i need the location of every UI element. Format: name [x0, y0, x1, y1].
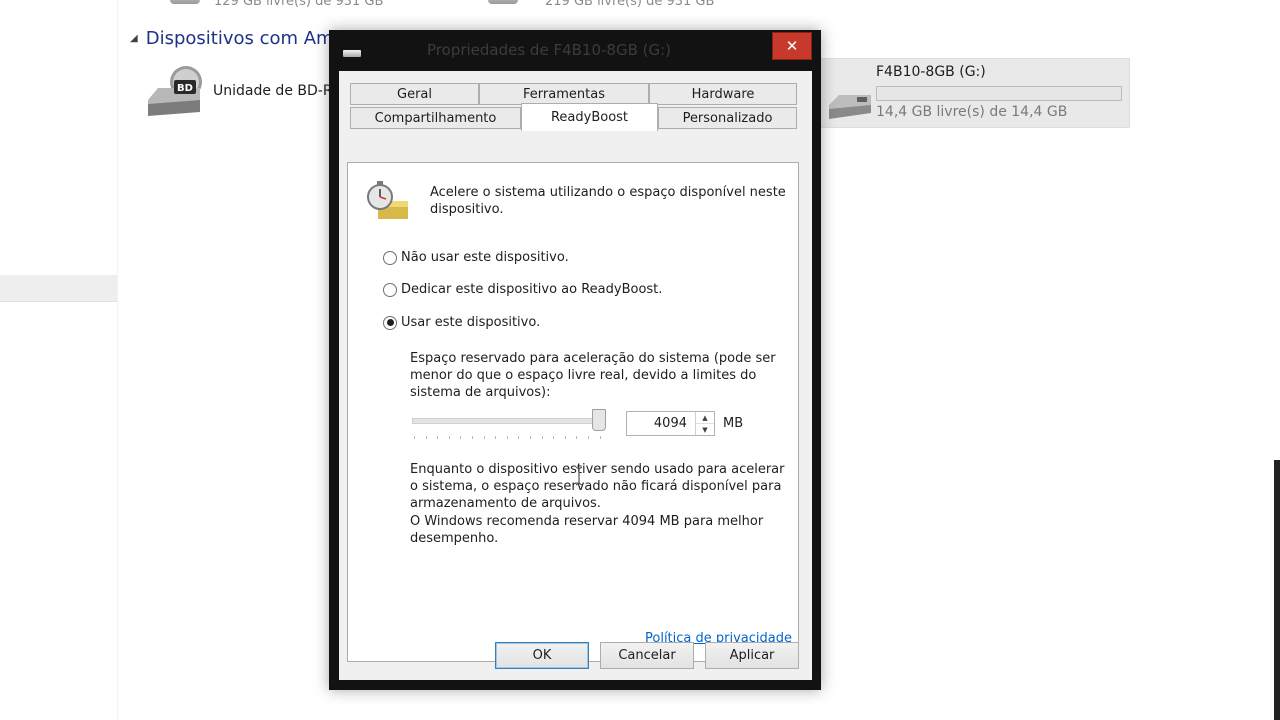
usb-drive-name: F4B10-8GB (G:) [876, 64, 986, 80]
option-label: Usar este dispositivo. [401, 315, 541, 330]
bd-drive-icon[interactable]: BD [144, 62, 204, 118]
slider-tick [425, 436, 427, 439]
reserved-space-value[interactable]: 4094 [654, 416, 687, 431]
devices-section-title: Dispositivos com Am [145, 28, 334, 49]
slider-tick [518, 436, 520, 439]
slider-tick [414, 436, 415, 439]
spin-up-icon[interactable]: ▲ [696, 412, 714, 424]
slider-tick [472, 436, 473, 439]
ok-button[interactable]: OK [495, 642, 589, 669]
slider-tick [576, 436, 578, 439]
radio-button[interactable] [383, 315, 397, 330]
ibeam-cursor-icon [575, 466, 583, 486]
reserved-space-slider-track[interactable] [412, 418, 606, 424]
close-button[interactable]: ✕ [772, 32, 812, 60]
slider-tick [437, 436, 439, 439]
apply-button[interactable]: Aplicar [705, 642, 799, 669]
slider-tick [495, 436, 497, 439]
tab-geral[interactable]: Geral [350, 83, 479, 105]
reserved-space-unit: MB [723, 416, 744, 431]
radio-button[interactable] [383, 250, 397, 265]
reserved-space-spinbox[interactable]: 4094 ▲ ▼ [626, 411, 715, 436]
drive-free-space-1: 129 GB livre(s) de 931 GB [214, 0, 384, 9]
drive-properties-dialog: Propriedades de F4B10-8GB (G:) ✕ Geral F… [329, 30, 821, 690]
navigation-pane-divider [117, 0, 118, 720]
bd-icon-text: BD [177, 83, 193, 94]
slider-tick [448, 436, 450, 439]
readyboost-stopwatch-icon [367, 181, 408, 219]
devices-section-header[interactable]: ◢ Dispositivos com Am [130, 28, 334, 49]
spin-buttons: ▲ ▼ [695, 412, 714, 435]
bd-drive-label[interactable]: Unidade de BD-R [213, 83, 333, 99]
dialog-titlebar[interactable]: Propriedades de F4B10-8GB (G:) ✕ [329, 30, 821, 70]
usb-drive-tile[interactable]: F4B10-8GB (G:) 14,4 GB livre(s) de 14,4 … [818, 58, 1130, 128]
hard-drive-icon [170, 0, 200, 4]
window-edge [1274, 460, 1280, 720]
readyboost-intro: Acelere o sistema utilizando o espaço di… [430, 185, 786, 217]
slider-tick [460, 436, 462, 439]
readyboost-panel: Acelere o sistema utilizando o espaço di… [347, 162, 799, 662]
option-label: Não usar este dispositivo. [401, 250, 569, 265]
radio-dot [386, 319, 394, 326]
reserved-space-slider-thumb[interactable] [592, 409, 606, 431]
storage-warning-text: Enquanto o dispositivo estiver sendo usa… [410, 462, 785, 511]
navigation-pane-selected-item[interactable] [0, 275, 117, 302]
tab-readyboost[interactable]: ReadyBoost [521, 103, 658, 131]
slider-tick [483, 436, 485, 439]
tab-hardware[interactable]: Hardware [649, 83, 797, 105]
usb-drive-free-space: 14,4 GB livre(s) de 14,4 GB [876, 104, 1068, 120]
slider-tick [599, 436, 601, 439]
option-label: Dedicar este dispositivo ao ReadyBoost. [401, 282, 663, 297]
slider-tick [564, 436, 566, 439]
slider-tick [541, 436, 543, 439]
reserved-space-description: Espaço reservado para aceleração do sist… [410, 351, 776, 400]
tab-personalizado[interactable]: Personalizado [658, 107, 797, 129]
tab-compartilhamento[interactable]: Compartilhamento [350, 107, 521, 129]
option-dedicate[interactable]: Dedicar este dispositivo ao ReadyBoost. [383, 282, 662, 297]
hard-drive-icon [488, 0, 518, 4]
collapse-triangle-icon[interactable]: ◢ [130, 33, 138, 44]
recommendation-text: O Windows recomenda reservar 4094 MB par… [410, 514, 764, 546]
slider-tick [530, 436, 531, 439]
radio-button[interactable] [383, 282, 397, 297]
dialog-client-area: Geral Ferramentas Hardware Compartilhame… [339, 71, 812, 680]
drive-title-icon [343, 50, 361, 57]
drive-free-space-2: 219 GB livre(s) de 931 GB [545, 0, 715, 9]
option-use-device[interactable]: Usar este dispositivo. [383, 315, 540, 330]
usb-drive-usage-bar [876, 86, 1122, 101]
tab-ferramentas[interactable]: Ferramentas [479, 83, 649, 105]
option-do-not-use[interactable]: Não usar este dispositivo. [383, 250, 569, 265]
slider-tick [506, 436, 508, 439]
cancel-button[interactable]: Cancelar [600, 642, 694, 669]
dialog-title: Propriedades de F4B10-8GB (G:) [427, 41, 672, 59]
slider-tick [553, 436, 555, 439]
spin-down-icon[interactable]: ▼ [696, 424, 714, 435]
usb-drive-icon [829, 95, 871, 119]
slider-tick [588, 436, 589, 439]
